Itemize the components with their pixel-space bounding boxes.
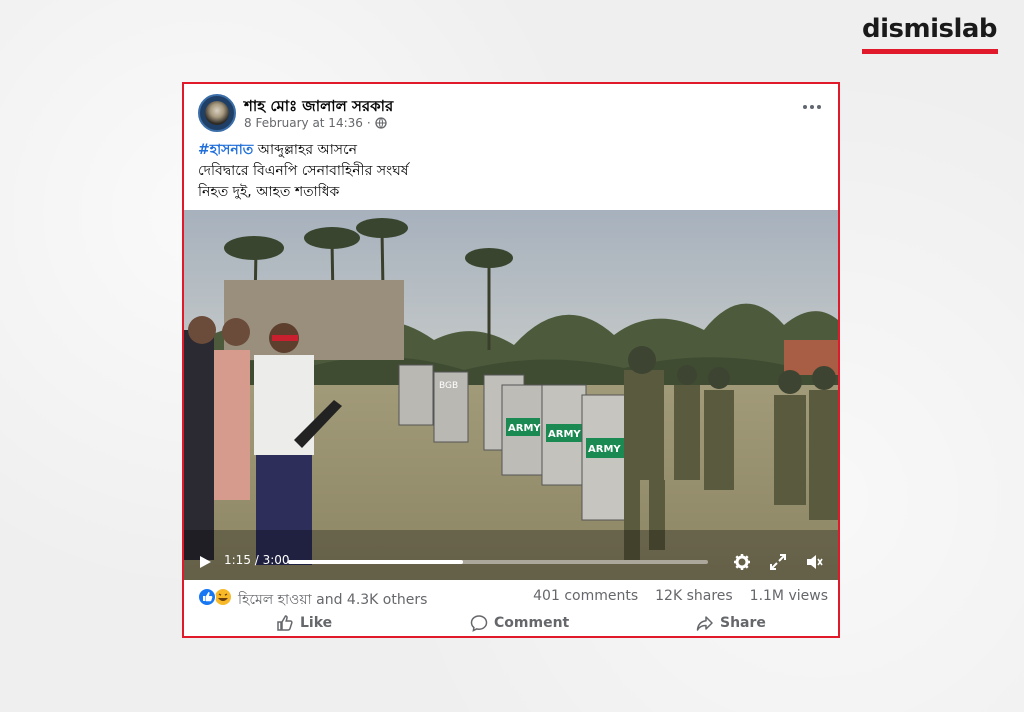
globe-icon xyxy=(375,117,387,129)
comment-label: Comment xyxy=(494,615,570,631)
avatar[interactable] xyxy=(198,94,236,132)
video-progress-fill xyxy=(288,560,464,564)
post-actions: Like Comment Share xyxy=(198,614,824,636)
fullscreen-icon[interactable] xyxy=(769,553,787,571)
play-icon[interactable] xyxy=(198,555,212,569)
reaction-names[interactable]: হিমেল হাওয়া and 4.3K others xyxy=(238,588,427,612)
video-controls: 1:15 / 3:00 xyxy=(184,544,838,580)
shield-army-label-1: ARMY xyxy=(508,423,541,434)
comment-icon xyxy=(470,615,488,632)
brand-name: dismislab xyxy=(862,14,998,44)
volume-icon[interactable] xyxy=(805,553,823,571)
like-button[interactable]: Like xyxy=(276,614,332,632)
post-header: শাহ মোঃ জালাল সরকার 8 February at 14:36 … xyxy=(198,94,824,134)
shield-army-label-2: ARMY xyxy=(548,429,581,440)
more-options-icon[interactable] xyxy=(802,104,822,110)
brand-underline xyxy=(862,49,998,54)
video-progress-bar[interactable] xyxy=(288,560,708,564)
post-line-1: আব্দুল্লাহর আসনে xyxy=(253,142,358,158)
shield-army-label-3: ARMY xyxy=(588,444,621,455)
hashtag-link[interactable]: #হাসনাত xyxy=(198,142,253,158)
video-frame: BGB ARMY ARMY ARMY xyxy=(184,210,838,580)
reactions-bar: হিমেল হাওয়া and 4.3K others 401 comment… xyxy=(198,586,828,608)
post-stats: 401 comments 12K shares 1.1M views xyxy=(533,588,828,604)
haha-icon xyxy=(214,588,232,606)
like-icon xyxy=(198,588,216,606)
post-timestamp[interactable]: 8 February at 14:36 xyxy=(244,116,363,130)
shield-bgb-label: BGB xyxy=(439,381,458,391)
comments-count[interactable]: 401 comments xyxy=(533,588,638,604)
like-label: Like xyxy=(300,615,333,631)
share-button[interactable]: Share xyxy=(696,614,766,632)
shares-count[interactable]: 12K shares xyxy=(655,588,733,604)
brand-logo: dismislab xyxy=(862,14,998,56)
share-icon xyxy=(696,616,713,631)
post-text: #হাসনাত আব্দুল্লাহর আসনে দেবিদ্বারে বিএন… xyxy=(198,140,824,203)
post-line-3: নিহত দুই, আহত শতাধিক xyxy=(198,184,340,200)
reaction-icons[interactable] xyxy=(198,588,234,606)
post-line-2: দেবিদ্বারে বিএনপি সেনাবাহিনীর সংঘর্ষ xyxy=(198,163,409,179)
comment-button[interactable]: Comment xyxy=(470,614,569,632)
views-count: 1.1M views xyxy=(749,588,828,604)
share-label: Share xyxy=(720,615,766,631)
facebook-post-card: শাহ মোঃ জালাল সরকার 8 February at 14:36 … xyxy=(182,82,840,638)
thumbs-up-icon xyxy=(277,615,293,631)
post-meta: 8 February at 14:36 · xyxy=(244,116,387,130)
video-player[interactable]: BGB ARMY ARMY ARMY 1:15 / 3:00 xyxy=(184,210,838,580)
video-time: 1:15 / 3:00 xyxy=(224,553,290,567)
settings-icon[interactable] xyxy=(733,553,751,571)
